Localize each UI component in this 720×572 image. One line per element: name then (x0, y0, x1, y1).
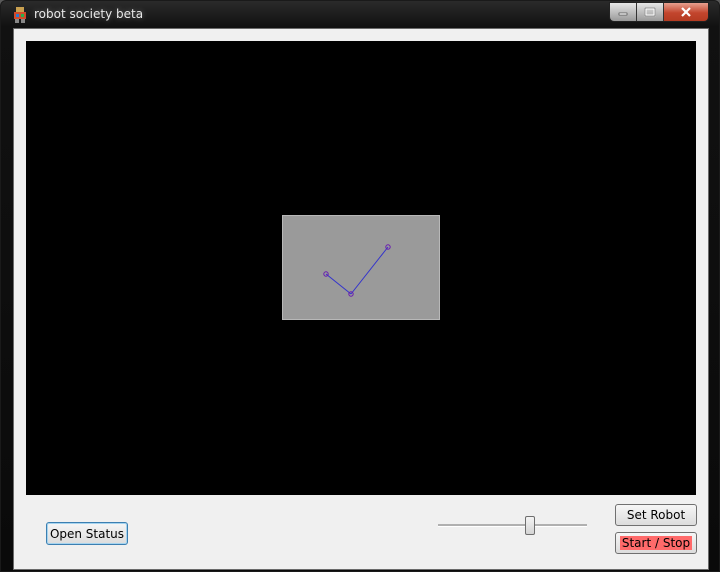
robot-link (350, 246, 389, 295)
client-area: Open Status Set Robot Start / Stop (13, 28, 709, 570)
speed-slider-thumb[interactable] (525, 516, 535, 535)
robot-link (325, 273, 352, 295)
close-icon (681, 7, 691, 17)
app-window: robot society beta Open Status Set Robot… (0, 0, 720, 572)
window-controls (609, 2, 709, 22)
close-button[interactable] (664, 3, 708, 21)
open-status-button[interactable]: Open Status (46, 522, 128, 545)
start-stop-button[interactable]: Start / Stop (615, 532, 697, 554)
set-robot-button[interactable]: Set Robot (615, 504, 697, 526)
title-bar[interactable]: robot society beta (1, 1, 719, 29)
app-icon (13, 7, 27, 23)
robot-drawing (323, 244, 391, 297)
simulation-canvas[interactable] (26, 41, 696, 495)
window-title: robot society beta (34, 7, 144, 21)
speed-slider-track[interactable] (438, 524, 587, 527)
minimize-icon (618, 12, 628, 16)
robot-view-area (282, 215, 440, 320)
maximize-button[interactable] (637, 3, 664, 21)
start-stop-label: Start / Stop (619, 536, 693, 550)
maximize-icon (644, 7, 656, 17)
minimize-button[interactable] (610, 3, 637, 21)
